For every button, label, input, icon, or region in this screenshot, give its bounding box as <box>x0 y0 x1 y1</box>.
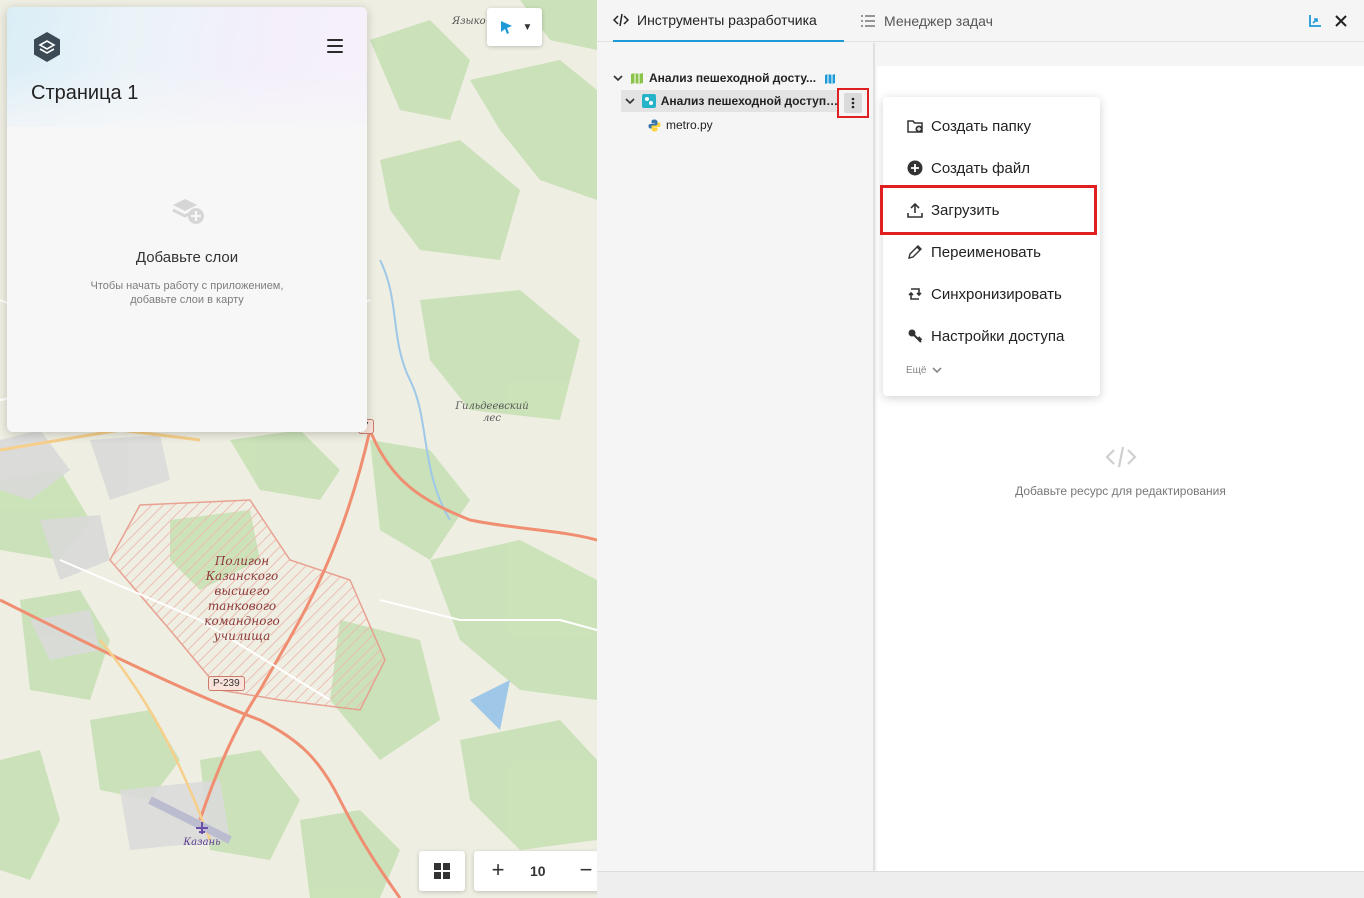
map-label-polygon: Полигон Казанского высшего танкового ком… <box>204 554 280 643</box>
close-icon <box>1335 15 1347 27</box>
select-tool-button[interactable]: ▼ <box>487 8 542 46</box>
item-actions-button[interactable] <box>837 88 869 118</box>
menu-more-label: Ещё <box>906 365 927 376</box>
key-icon <box>906 327 924 345</box>
tab-label: Менеджер задач <box>884 13 993 29</box>
airport-icon <box>196 822 208 834</box>
select-tool-caret-icon: ▼ <box>522 21 533 33</box>
menu-item-create-file[interactable]: Создать файл <box>883 150 1100 186</box>
tree-item-label: metro.py <box>666 118 713 132</box>
tree-item-label: Анализ пешеходной доступн... <box>660 94 839 108</box>
add-layer-icon <box>172 199 204 224</box>
close-panel-button[interactable] <box>1331 11 1351 31</box>
chevron-down-icon[interactable] <box>625 97 637 105</box>
menu-item-label: Настройки доступа <box>931 327 1065 345</box>
python-icon <box>647 118 661 132</box>
context-menu: Создать папку Создать файл Загрузить Пер… <box>880 97 1100 396</box>
menu-hamburger-icon[interactable] <box>327 39 343 53</box>
zoom-out-button[interactable]: − <box>574 859 598 883</box>
grid-icon <box>434 863 450 879</box>
page-title: Страница 1 <box>31 82 139 104</box>
zoom-level: 10 <box>530 863 546 879</box>
tab-label: Инструменты разработчика <box>637 12 817 28</box>
tree-item-label: Анализ пешеходной досту... <box>649 71 817 85</box>
tree-item-file[interactable]: metro.py <box>647 114 827 136</box>
menu-item-access-settings[interactable]: Настройки доступа <box>883 318 1100 354</box>
zoom-in-button[interactable]: + <box>486 859 510 883</box>
map-label-forest: Гильдеевский лес <box>455 401 529 424</box>
empty-state-subtitle: Чтобы начать работу с приложением, добав… <box>90 280 284 306</box>
app-logo-icon[interactable] <box>31 31 63 63</box>
map-label-town: Языко <box>452 16 486 27</box>
dock-panel-button[interactable] <box>1305 11 1325 31</box>
upload-icon <box>906 201 924 219</box>
chevron-down-icon[interactable] <box>613 74 625 82</box>
cursor-icon <box>500 21 512 34</box>
card-gradient-fade <box>7 67 367 147</box>
menu-item-label: Создать файл <box>931 159 1030 177</box>
tab-task-manager[interactable]: Менеджер задач <box>860 0 1020 42</box>
resource-tree: Анализ пешеходной досту... Анализ пешехо… <box>597 43 875 871</box>
code-icon <box>613 13 629 27</box>
chevron-down-icon <box>932 367 943 374</box>
map-badge-icon <box>823 71 837 85</box>
pencil-icon <box>906 243 924 261</box>
basemap-grid-button[interactable] <box>419 851 465 891</box>
editor-empty-text: Добавьте ресурс для редактирования <box>1015 484 1226 498</box>
zoom-control: + 10 − <box>474 851 604 891</box>
sync-icon <box>906 285 924 303</box>
menu-item-label: Синхронизировать <box>931 285 1062 303</box>
code-icon <box>1105 446 1137 468</box>
tab-developer-tools[interactable]: Инструменты разработчика <box>613 0 844 42</box>
folder-plus-icon <box>906 117 924 135</box>
map-icon <box>630 71 644 85</box>
kebab-menu-icon <box>851 97 855 109</box>
status-bar <box>597 871 1364 898</box>
road-shield: Р-239 <box>208 676 245 691</box>
package-icon <box>641 94 656 108</box>
menu-item-label: Загрузить <box>931 201 1000 219</box>
menu-item-create-folder[interactable]: Создать папку <box>883 108 1100 144</box>
empty-state-title: Добавьте слои <box>135 249 239 266</box>
menu-item-sync[interactable]: Синхронизировать <box>883 276 1100 312</box>
panel-tabs: Инструменты разработчика Менеджер задач <box>597 0 1364 42</box>
tree-item-package[interactable]: Анализ пешеходной доступн... <box>621 90 839 112</box>
list-icon <box>860 14 876 28</box>
menu-item-rename[interactable]: Переименовать <box>883 234 1100 270</box>
menu-item-upload[interactable]: Загрузить <box>880 185 1097 235</box>
menu-more-toggle[interactable]: Ещё <box>906 365 943 376</box>
tree-item-map[interactable]: Анализ пешеходной досту... <box>613 67 843 89</box>
map-label-airport: Казань <box>183 837 221 848</box>
menu-item-label: Переименовать <box>931 243 1041 261</box>
plus-circle-icon <box>906 159 924 177</box>
menu-item-label: Создать папку <box>931 117 1031 135</box>
layers-panel: Страница 1 Добавьте слои Чтобы начать ра… <box>7 7 367 432</box>
dock-icon <box>1309 15 1321 27</box>
